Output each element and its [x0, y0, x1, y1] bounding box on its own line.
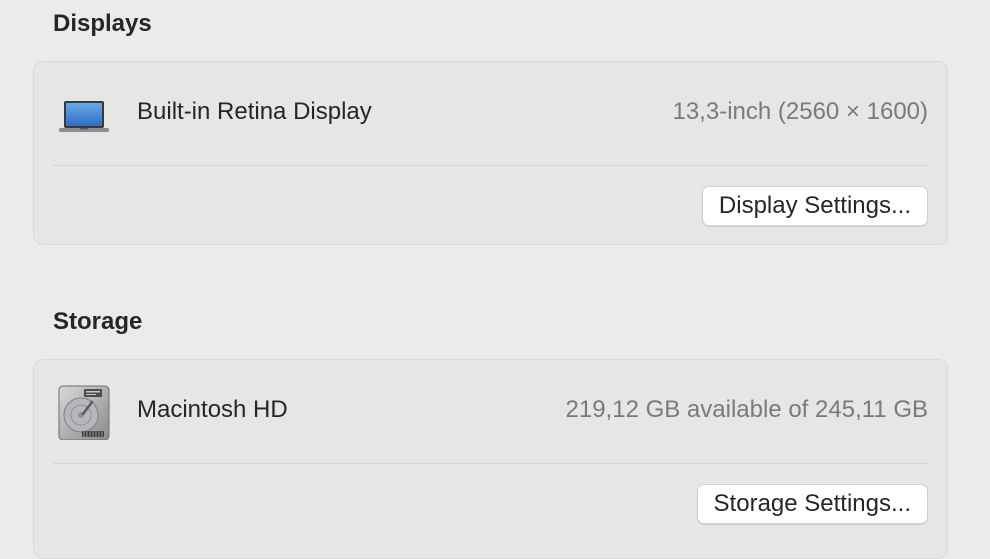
displays-group: Built-in Retina Display 13,3-inch (2560 …	[33, 61, 948, 245]
storage-group: Macintosh HD 219,12 GB available of 245,…	[33, 359, 948, 559]
displays-section-title: Displays	[53, 10, 152, 37]
divider	[53, 463, 928, 464]
display-settings-button[interactable]: Display Settings...	[701, 186, 928, 226]
display-name: Built-in Retina Display	[137, 98, 372, 125]
storage-row: Macintosh HD 219,12 GB available of 245,…	[34, 360, 947, 464]
divider	[53, 165, 928, 166]
laptop-icon	[56, 86, 112, 142]
storage-section-title: Storage	[53, 308, 143, 335]
disk-name: Macintosh HD	[137, 396, 288, 423]
storage-settings-button[interactable]: Storage Settings...	[696, 484, 928, 524]
disk-capacity: 219,12 GB available of 245,11 GB	[565, 396, 928, 423]
display-size: 13,3-inch (2560 × 1600)	[672, 98, 928, 125]
display-row: Built-in Retina Display 13,3-inch (2560 …	[34, 62, 947, 166]
hard-drive-icon	[56, 384, 112, 441]
